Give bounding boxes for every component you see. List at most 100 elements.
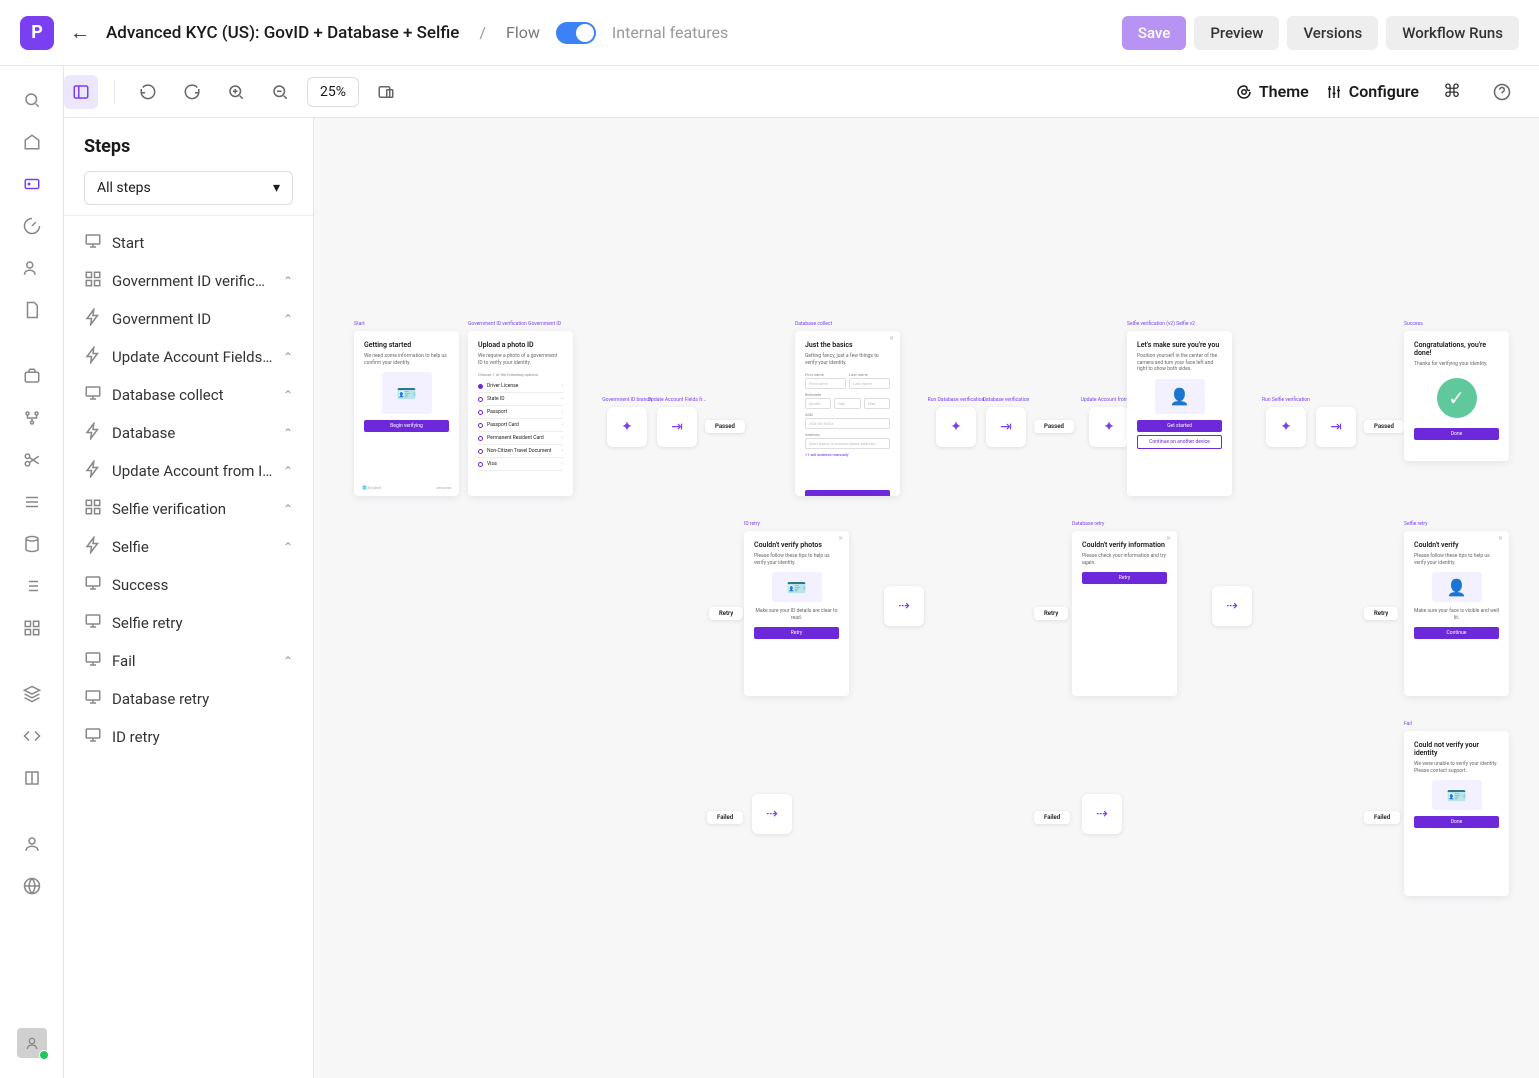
step-label: Government ID — [112, 310, 273, 328]
step-label: Government ID verificati… — [112, 272, 273, 290]
step-item[interactable]: Fail⌃ — [64, 642, 313, 680]
step-item[interactable]: Government ID⌃ — [64, 300, 313, 338]
app-logo[interactable]: P — [20, 16, 54, 50]
step-item[interactable]: Start — [64, 224, 313, 262]
status-failed-1[interactable]: Failed — [707, 811, 743, 824]
screen-retry-info[interactable]: Database retry ✕ Couldn't verify informa… — [1072, 531, 1177, 696]
monitor-icon — [84, 612, 102, 634]
chevron-up-icon: ⌃ — [283, 388, 293, 402]
step-item[interactable]: Selfie⌃ — [64, 528, 313, 566]
versions-button[interactable]: Versions — [1287, 16, 1378, 50]
fail-illustration-icon: 🪪 — [1432, 780, 1482, 810]
team-icon[interactable] — [22, 834, 42, 854]
preview-button[interactable]: Preview — [1194, 16, 1279, 50]
branches-icon[interactable] — [22, 408, 42, 428]
status-failed-3[interactable]: Failed — [1364, 811, 1400, 824]
screen-start[interactable]: Start Getting started We need some infor… — [354, 331, 459, 496]
step-item[interactable]: Database collect⌃ — [64, 376, 313, 414]
node-update-fields[interactable]: Update Account Fields fr...⇥ — [657, 407, 697, 447]
close-icon: ✕ — [889, 335, 894, 342]
screen-retry-selfie[interactable]: Selfie retry ✕ Couldn't verify Please fo… — [1404, 531, 1509, 696]
canvas[interactable]: Start Getting started We need some infor… — [314, 118, 1539, 1078]
undo-icon[interactable] — [131, 75, 165, 109]
document-icon[interactable] — [22, 300, 42, 320]
screen-fail[interactable]: Fail Could not verify your identity We w… — [1404, 731, 1509, 896]
flow-icon[interactable] — [22, 174, 42, 194]
step-item[interactable]: Database retry — [64, 680, 313, 718]
step-item[interactable]: ID retry — [64, 718, 313, 756]
metrics-icon[interactable] — [22, 216, 42, 236]
keyboard-icon[interactable]: ⌘ — [1435, 75, 1469, 109]
users-icon[interactable] — [22, 258, 42, 278]
node-selfie-out[interactable]: ⇥ — [1316, 407, 1356, 447]
briefcase-icon[interactable] — [22, 366, 42, 386]
monitor-icon — [84, 726, 102, 748]
step-item[interactable]: Success — [64, 566, 313, 604]
step-item[interactable]: Selfie verification⌃ — [64, 490, 313, 528]
code-icon[interactable] — [22, 726, 42, 746]
monitor-icon — [84, 688, 102, 710]
status-failed-2[interactable]: Failed — [1034, 811, 1070, 824]
book-icon[interactable] — [22, 768, 42, 788]
sidebar-toggle-icon[interactable] — [64, 75, 98, 109]
id-illustration-icon: 🪪 — [382, 372, 432, 414]
screen-success[interactable]: Success Congratulations, you're done! Th… — [1404, 331, 1509, 461]
screen-upload-id[interactable]: Government ID verification Government ID… — [468, 331, 573, 496]
node-failed-2[interactable]: ⇢ — [1082, 794, 1122, 834]
grid-icon — [84, 498, 102, 520]
home-icon[interactable] — [22, 132, 42, 152]
node-db-branch[interactable]: Run Database verification✦ — [936, 407, 976, 447]
step-item[interactable]: Database⌃ — [64, 414, 313, 452]
status-retry-1[interactable]: Retry — [709, 607, 743, 620]
screen-basics[interactable]: Database collect ✕ Just the basics Getti… — [795, 331, 900, 496]
screen-selfie[interactable]: Selfie verification (v2) Selfie v2 Let's… — [1127, 331, 1232, 496]
redo-icon[interactable] — [175, 75, 209, 109]
id-option: Visa› — [478, 458, 563, 471]
step-item[interactable]: Update Account Fields fr…⌃ — [64, 338, 313, 376]
globe-icon[interactable] — [22, 876, 42, 896]
workflow-runs-button[interactable]: Workflow Runs — [1386, 16, 1519, 50]
save-button[interactable]: Save — [1122, 16, 1186, 50]
fit-icon[interactable] — [369, 75, 403, 109]
status-retry-3[interactable]: Retry — [1364, 607, 1398, 620]
node-retry-info-out[interactable]: ⇢ — [1212, 586, 1252, 626]
step-item[interactable]: Selfie retry — [64, 604, 313, 642]
step-item[interactable]: Update Account from In…⌃ — [64, 452, 313, 490]
theme-button[interactable]: Theme — [1235, 82, 1309, 101]
help-icon[interactable] — [1485, 75, 1519, 109]
list-icon[interactable] — [22, 492, 42, 512]
database-icon[interactable] — [22, 534, 42, 554]
steps-filter-select[interactable]: All steps▾ — [84, 171, 293, 205]
chevron-up-icon: ⌃ — [283, 464, 293, 478]
layers-icon[interactable] — [22, 684, 42, 704]
status-passed-2[interactable]: Passed — [1034, 420, 1074, 433]
search-icon[interactable] — [22, 90, 42, 110]
avatar[interactable] — [17, 1028, 47, 1058]
zoom-input[interactable]: 25% — [307, 77, 359, 107]
bolt-icon — [84, 422, 102, 444]
id-option: Driver License› — [478, 380, 563, 393]
grid-icon[interactable] — [22, 618, 42, 638]
internal-features-toggle[interactable] — [556, 22, 596, 44]
step-label: Fail — [112, 652, 273, 670]
configure-button[interactable]: Configure — [1325, 82, 1419, 101]
zoom-in-icon[interactable] — [219, 75, 253, 109]
node-selfie-branch[interactable]: Run Selfie verification✦ — [1266, 407, 1306, 447]
id-option: Passport› — [478, 406, 563, 419]
node-db-verif[interactable]: Database verification⇥ — [986, 407, 1026, 447]
status-retry-2[interactable]: Retry — [1034, 607, 1068, 620]
status-passed-3[interactable]: Passed — [1364, 420, 1404, 433]
node-retry-photo-out[interactable]: ⇢ — [884, 586, 924, 626]
back-arrow-icon[interactable]: ← — [70, 20, 90, 45]
node-govid-branch[interactable]: Government ID branch✦ — [607, 407, 647, 447]
list2-icon[interactable] — [22, 576, 42, 596]
status-passed-1[interactable]: Passed — [705, 420, 745, 433]
step-item[interactable]: Government ID verificati…⌃ — [64, 262, 313, 300]
node-update-acct[interactable]: Update Account from In...✦ — [1089, 407, 1129, 447]
chevron-up-icon: ⌃ — [283, 540, 293, 554]
chevron-up-icon: ⌃ — [283, 502, 293, 516]
node-failed-1[interactable]: ⇢ — [752, 794, 792, 834]
zoom-out-icon[interactable] — [263, 75, 297, 109]
scissors-icon[interactable] — [22, 450, 42, 470]
screen-retry-photo[interactable]: ID retry ✕ Couldn't verify photos Please… — [744, 531, 849, 696]
